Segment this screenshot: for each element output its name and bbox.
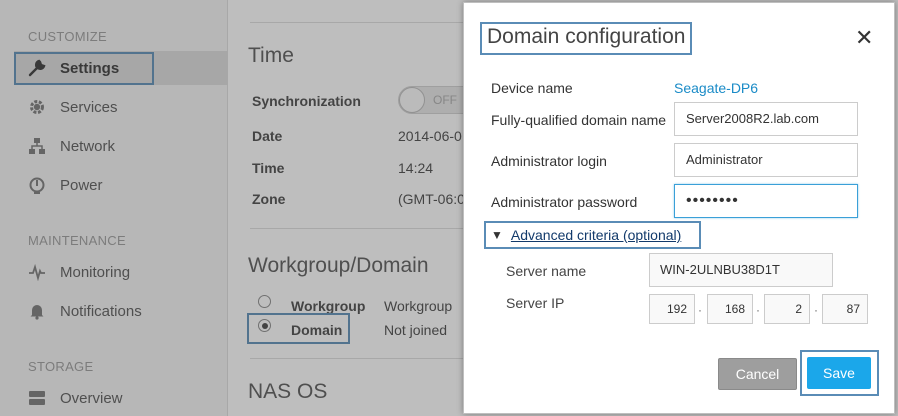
cancel-button[interactable]: Cancel bbox=[718, 358, 797, 390]
fqdn-label: Fully-qualified domain name bbox=[491, 112, 667, 128]
admin-password-field[interactable]: •••••••• bbox=[674, 184, 858, 218]
save-highlight-box bbox=[800, 350, 879, 396]
server-ip-octet-3[interactable]: 2 bbox=[764, 294, 810, 324]
admin-login-field[interactable]: Administrator bbox=[674, 143, 858, 177]
device-name-value: Seagate-DP6 bbox=[674, 80, 759, 96]
server-ip-octet-4[interactable]: 87 bbox=[822, 294, 868, 324]
server-name-field[interactable]: WIN-2ULNBU38D1T bbox=[649, 253, 833, 287]
server-name-label: Server name bbox=[506, 263, 587, 279]
server-ip-octet-1[interactable]: 192 bbox=[649, 294, 695, 324]
title-highlight-box bbox=[480, 22, 692, 55]
server-ip-octet-2[interactable]: 168 bbox=[707, 294, 753, 324]
ip-separator: · bbox=[756, 303, 760, 317]
ip-separator: · bbox=[814, 303, 818, 317]
advanced-highlight-box bbox=[484, 221, 701, 249]
device-name-label: Device name bbox=[491, 80, 573, 96]
ip-separator: · bbox=[698, 303, 702, 317]
admin-password-label: Administrator password bbox=[491, 194, 638, 210]
domain-configuration-dialog: Domain configuration ✕ Device name Seaga… bbox=[463, 2, 895, 414]
fqdn-field[interactable]: Server2008R2.lab.com bbox=[674, 102, 858, 136]
close-icon[interactable]: ✕ bbox=[855, 25, 873, 51]
admin-login-label: Administrator login bbox=[491, 153, 607, 169]
server-ip-label: Server IP bbox=[506, 295, 565, 311]
